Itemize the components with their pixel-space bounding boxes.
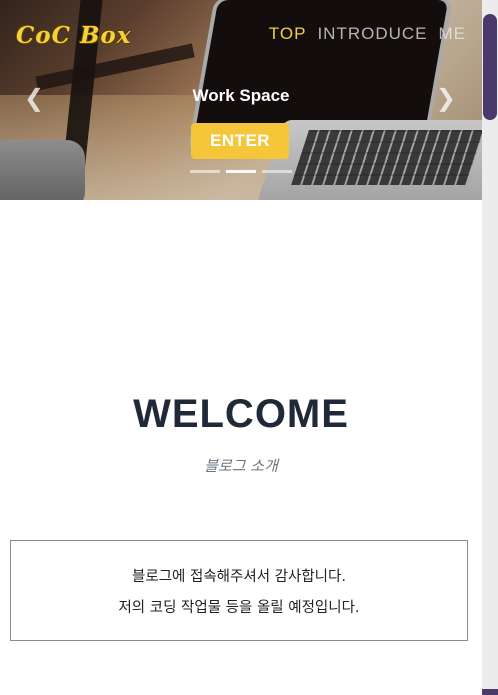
nav-item-me[interactable]: ME xyxy=(439,24,467,44)
slide-indicator-1[interactable] xyxy=(190,170,220,173)
top-nav: TOP INTRODUCE ME xyxy=(269,24,466,44)
vertical-scrollbar[interactable] xyxy=(482,0,498,695)
enter-button[interactable]: ENTER xyxy=(191,123,289,159)
nav-item-top[interactable]: TOP xyxy=(269,24,307,44)
hero-slider: CoC Box TOP INTRODUCE ME ❮ ❯ Work Space … xyxy=(0,0,482,200)
scrollbar-bottom xyxy=(482,689,498,695)
site-logo[interactable]: CoC Box xyxy=(16,22,131,49)
slide-indicators xyxy=(190,170,292,173)
page: CoC Box TOP INTRODUCE ME ❮ ❯ Work Space … xyxy=(0,0,482,695)
scrollbar-thumb[interactable] xyxy=(483,14,497,120)
intro-line-1: 블로그에 접속해주셔서 감사합니다. xyxy=(132,568,346,585)
nav-item-introduce[interactable]: INTRODUCE xyxy=(317,24,427,44)
slide-indicator-3[interactable] xyxy=(262,170,292,173)
intro-box: 블로그에 접속해주셔서 감사합니다. 저의 코딩 작업물 등을 올릴 예정입니다… xyxy=(10,540,468,641)
intro-line-2: 저의 코딩 작업물 등을 올릴 예정입니다. xyxy=(118,599,360,616)
hero-title: Work Space xyxy=(192,86,290,105)
welcome-title: WELCOME xyxy=(133,392,349,436)
slide-indicator-2[interactable] xyxy=(226,170,256,173)
welcome-subtitle: 블로그 소개 xyxy=(204,457,278,475)
